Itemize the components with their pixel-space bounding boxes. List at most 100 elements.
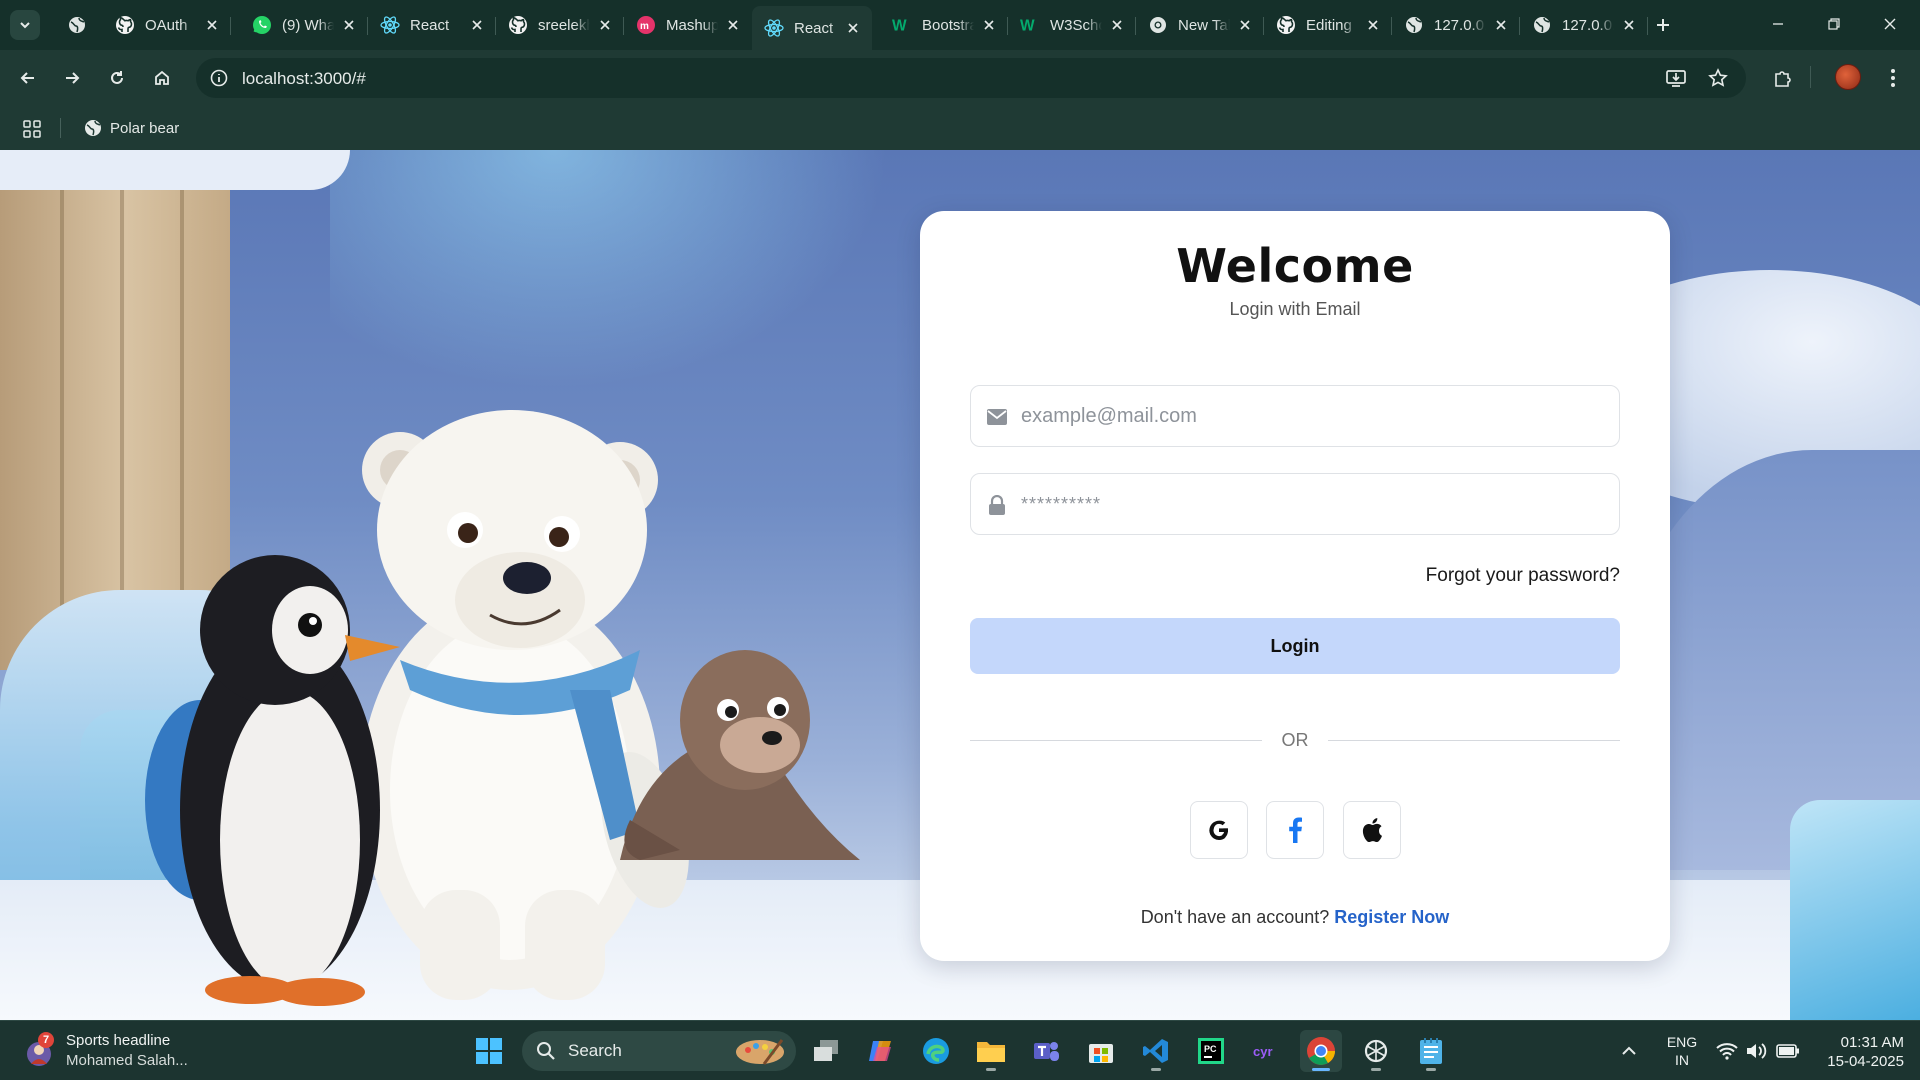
mashup-icon: m <box>636 15 656 35</box>
close-tab-icon[interactable] <box>340 16 358 34</box>
search-icon <box>537 1042 555 1060</box>
divider-line-right <box>1328 740 1620 741</box>
browser-tab[interactable]: (9) WhatsApp <box>240 8 368 42</box>
browser-tab[interactable]: 127.0.0.1 <box>1392 8 1520 42</box>
start-button[interactable] <box>468 1030 510 1072</box>
chrome-menu-button[interactable] <box>1877 62 1909 94</box>
tab-separator <box>1647 17 1648 35</box>
close-tab-icon[interactable] <box>1620 16 1638 34</box>
copilot-button[interactable] <box>860 1030 902 1072</box>
clock[interactable]: 01:31 AM 15-04-2025 <box>1812 1033 1904 1071</box>
chrome-button[interactable] <box>1300 1030 1342 1072</box>
browser-tab[interactable]: W Bootstrap <box>880 8 1008 42</box>
email-field[interactable] <box>970 385 1620 447</box>
extensions-button[interactable] <box>1766 62 1798 94</box>
pycharm-button[interactable]: PC <box>1190 1030 1232 1072</box>
back-button[interactable] <box>12 62 44 94</box>
browser-tab[interactable]: New Tab <box>1136 8 1264 42</box>
news-badge: 7 <box>38 1032 54 1048</box>
close-tab-icon[interactable] <box>1108 16 1126 34</box>
star-icon <box>1708 68 1728 87</box>
edge-icon <box>923 1038 949 1064</box>
store-button[interactable] <box>1080 1030 1122 1072</box>
whatsapp-icon <box>252 15 272 35</box>
show-hidden-icons-button[interactable] <box>1620 1021 1638 1080</box>
bookmark-polar-bear[interactable]: Polar bear <box>78 114 185 142</box>
home-button[interactable] <box>146 62 178 94</box>
tab-title: React <box>794 19 834 37</box>
battery-status[interactable] <box>1776 1021 1800 1080</box>
site-info-icon[interactable] <box>206 65 232 91</box>
taskbar-search[interactable]: Search <box>522 1031 796 1071</box>
profile-avatar[interactable] <box>1835 64 1861 90</box>
close-tab-icon[interactable] <box>1236 16 1254 34</box>
news-headline: Sports headline <box>66 1032 171 1049</box>
close-tab-icon[interactable] <box>1492 16 1510 34</box>
apple-login-button[interactable] <box>1343 801 1401 859</box>
apps-grid-button[interactable] <box>20 117 44 141</box>
pycharm-icon: PC <box>1198 1038 1224 1064</box>
wifi-status[interactable] <box>1716 1021 1738 1080</box>
close-tab-icon[interactable] <box>724 16 742 34</box>
news-widget[interactable]: 7 Sports headline Mohamed Salah... <box>22 1029 188 1073</box>
bookmark-star-button[interactable] <box>1702 62 1734 94</box>
browser-tab[interactable]: m Mashup <box>624 8 752 42</box>
forward-button[interactable] <box>56 62 88 94</box>
close-tab-icon[interactable] <box>845 19 862 37</box>
browser-tab[interactable]: OAuth <box>103 8 231 42</box>
teams-button[interactable] <box>1025 1030 1067 1072</box>
browser-tab[interactable]: sreelekha <box>496 8 624 42</box>
email-input[interactable] <box>1021 386 1611 446</box>
install-app-button[interactable] <box>1660 62 1692 94</box>
forgot-password-link[interactable]: Forgot your password? <box>1426 565 1620 587</box>
browser-tab[interactable]: 127.0.0.1 <box>1520 8 1648 42</box>
language-indicator[interactable]: ENG IN <box>1664 1033 1700 1069</box>
or-divider: OR <box>970 728 1620 752</box>
minimize-button[interactable] <box>1750 0 1806 48</box>
new-tab-button[interactable] <box>1650 12 1676 38</box>
close-tab-icon[interactable] <box>980 16 998 34</box>
google-login-button[interactable] <box>1190 801 1248 859</box>
browser-tab[interactable] <box>55 8 93 42</box>
edge-button[interactable] <box>915 1030 957 1072</box>
globe-icon <box>85 120 101 136</box>
cursor-app-button[interactable]: cyr <box>1245 1030 1287 1072</box>
chatgpt-button[interactable] <box>1355 1030 1397 1072</box>
password-field[interactable] <box>970 473 1620 535</box>
task-view-button[interactable] <box>805 1030 847 1072</box>
restore-button[interactable] <box>1806 0 1862 48</box>
penguin-illustration <box>145 555 400 1006</box>
browser-tab[interactable]: React <box>368 8 496 42</box>
login-button[interactable]: Login <box>970 618 1620 674</box>
browser-tab-active[interactable]: React <box>752 6 872 50</box>
browser-tab[interactable]: Editing <box>1264 8 1392 42</box>
close-tab-icon[interactable] <box>203 16 221 34</box>
w3schools-icon: W <box>1020 15 1040 35</box>
register-prompt: Don't have an account? Register Now <box>920 907 1670 928</box>
notepad-button[interactable] <box>1410 1030 1452 1072</box>
url-text[interactable]: localhost:3000/# <box>242 69 366 89</box>
close-tab-icon[interactable] <box>596 16 614 34</box>
close-tab-icon[interactable] <box>1364 16 1382 34</box>
close-tab-icon[interactable] <box>468 16 486 34</box>
tab-strip: OAuth (9) WhatsApp React sreelekha m Mashup Re… <box>0 0 1920 50</box>
reload-button[interactable] <box>101 62 133 94</box>
register-now-link[interactable]: Register Now <box>1334 907 1449 927</box>
restore-icon <box>1828 18 1840 30</box>
address-bar[interactable]: localhost:3000/# <box>196 58 1746 98</box>
close-window-button[interactable] <box>1862 0 1918 48</box>
news-icon: 7 <box>22 1032 56 1068</box>
facebook-login-button[interactable] <box>1266 801 1324 859</box>
password-input[interactable] <box>1021 474 1611 534</box>
arrow-right-icon <box>66 72 80 84</box>
vscode-button[interactable] <box>1135 1030 1177 1072</box>
react-icon <box>764 18 784 38</box>
globe-icon <box>1404 15 1424 35</box>
news-subline: Mohamed Salah... <box>66 1052 188 1069</box>
seal-illustration <box>620 650 860 860</box>
volume-status[interactable] <box>1746 1021 1768 1080</box>
browser-tab[interactable]: W W3Schools <box>1008 8 1136 42</box>
file-explorer-button[interactable] <box>970 1030 1012 1072</box>
tab-search-button[interactable] <box>10 10 40 40</box>
svg-text:m: m <box>640 21 649 32</box>
